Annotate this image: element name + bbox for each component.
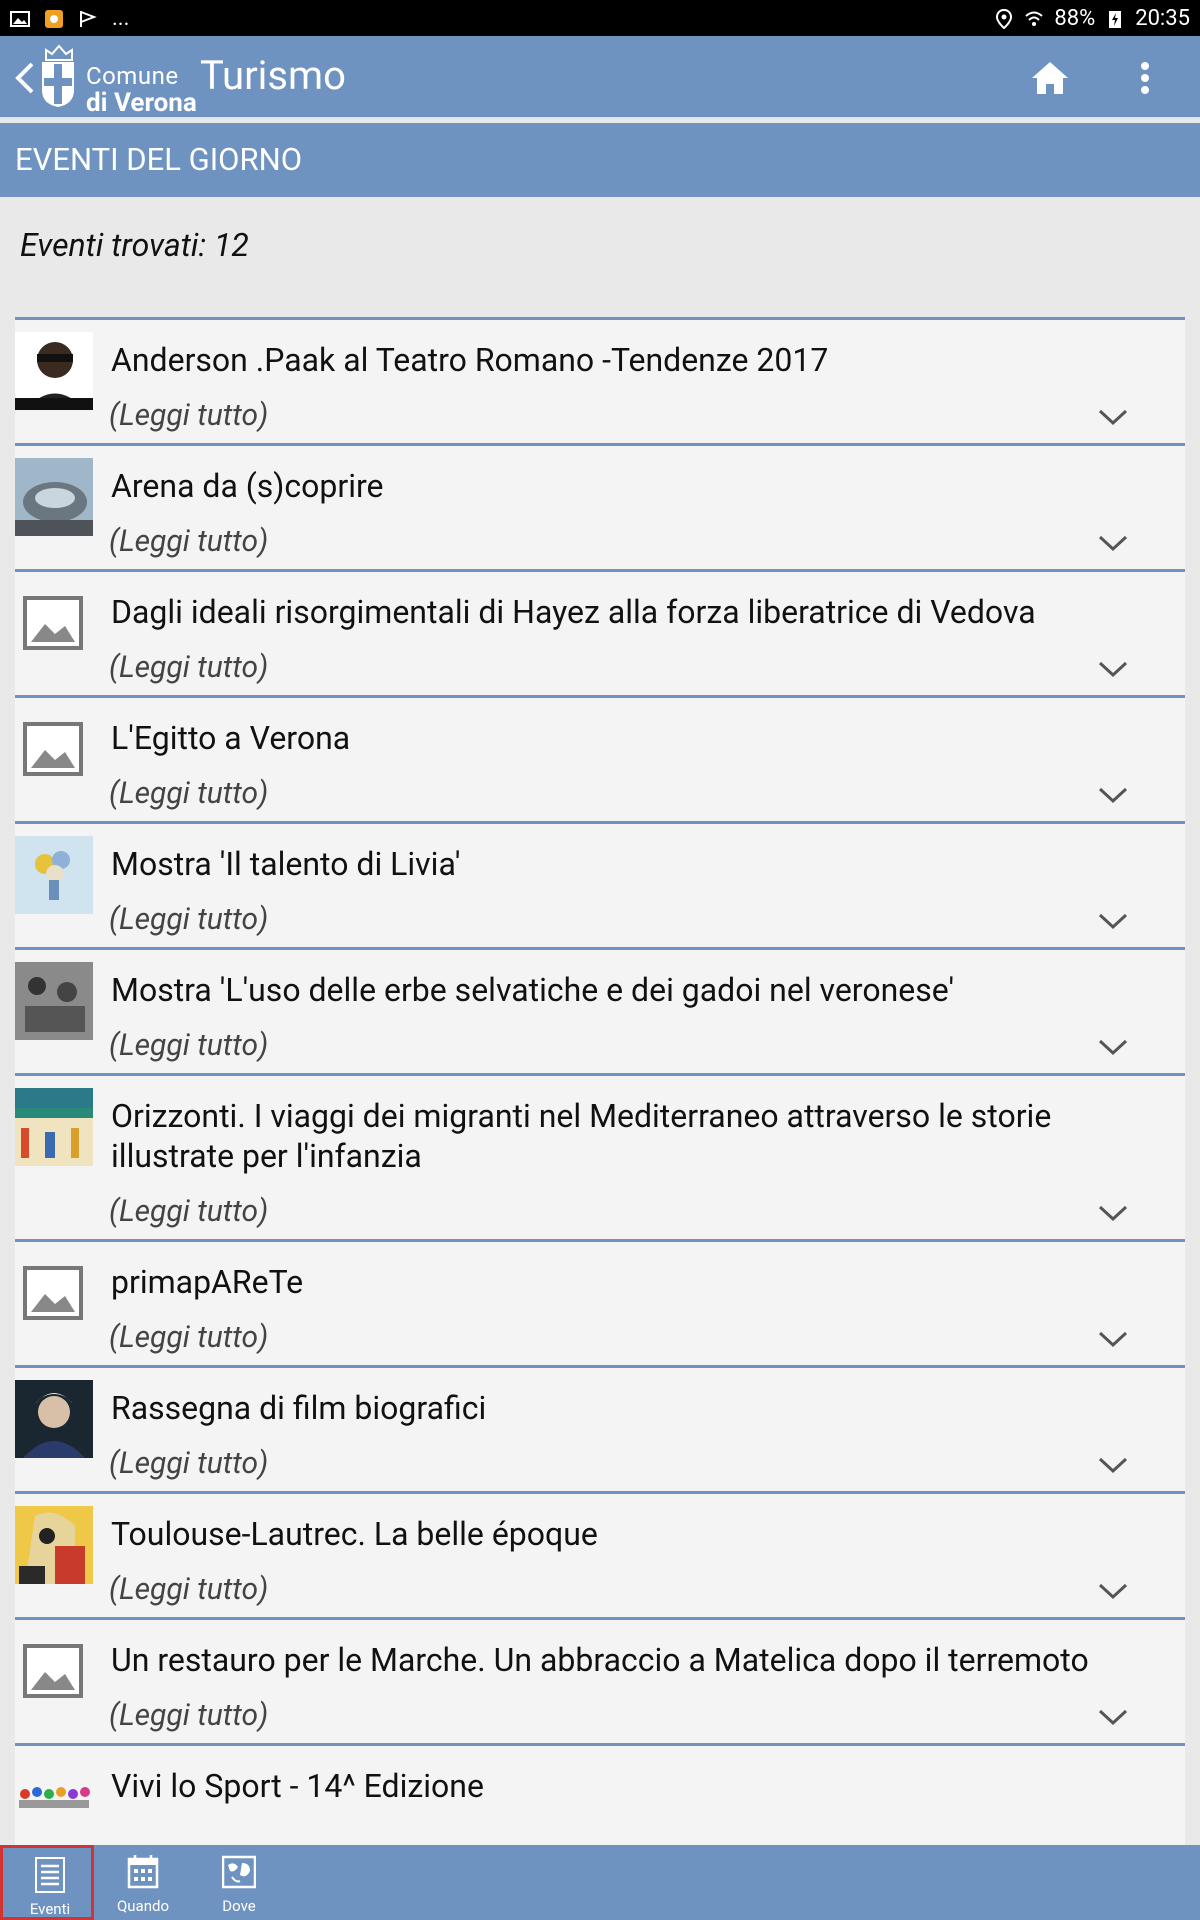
event-item[interactable]: Orizzonti. I viaggi dei migranti nel Med… (15, 1076, 1185, 1242)
image-placeholder-icon (23, 722, 83, 776)
chevron-down-icon[interactable] (1098, 911, 1128, 931)
bottom-navigation: Eventi Quando Dove (0, 1845, 1200, 1920)
event-item[interactable]: Rassegna di film biografici (Leggi tutto… (15, 1368, 1185, 1494)
chevron-down-icon[interactable] (1098, 1037, 1128, 1057)
chevron-down-icon[interactable] (1098, 533, 1128, 553)
app-bar: Comune di Verona Turismo (0, 36, 1200, 120)
event-title[interactable]: Anderson .Paak al Teatro Romano -Tendenz… (111, 340, 1131, 380)
wifi-icon (1025, 11, 1044, 26)
location-icon (996, 8, 1013, 29)
events-found-count: Eventi trovati: 12 (20, 226, 249, 264)
read-more-link[interactable]: (Leggi tutto) (109, 1320, 268, 1355)
read-more-link[interactable]: (Leggi tutto) (109, 776, 268, 811)
event-thumbnail (15, 1380, 93, 1458)
chevron-down-icon[interactable] (1098, 659, 1128, 679)
chevron-down-icon[interactable] (1098, 1581, 1128, 1601)
event-thumbnail (15, 962, 93, 1040)
read-more-link[interactable]: (Leggi tutto) (109, 1446, 268, 1481)
read-more-link[interactable]: (Leggi tutto) (109, 398, 268, 433)
clock: 20:35 (1135, 6, 1190, 31)
read-more-link[interactable]: (Leggi tutto) (109, 1194, 268, 1229)
read-more-link[interactable]: (Leggi tutto) (109, 1572, 268, 1607)
calendar-icon (127, 1855, 159, 1889)
event-title[interactable]: Un restauro per le Marche. Un abbraccio … (111, 1640, 1131, 1680)
event-item[interactable]: Vivi lo Sport - 14^ Edizione (15, 1746, 1185, 1848)
battery-percent: 88% (1054, 6, 1096, 31)
event-title[interactable]: Mostra 'L'uso delle erbe selvatiche e de… (111, 970, 1131, 1010)
event-item[interactable]: Un restauro per le Marche. Un abbraccio … (15, 1620, 1185, 1746)
section-title: EVENTI DEL GIORNO (0, 123, 1200, 197)
event-title[interactable]: Toulouse-Lautrec. La belle époque (111, 1514, 1131, 1554)
read-more-link[interactable]: (Leggi tutto) (109, 650, 268, 685)
event-title[interactable]: Dagli ideali risorgimentali di Hayez all… (111, 592, 1131, 632)
event-thumbnail (15, 1088, 93, 1166)
event-title[interactable]: Vivi lo Sport - 14^ Edizione (111, 1766, 1131, 1806)
image-placeholder-icon (23, 1266, 83, 1320)
chevron-down-icon[interactable] (1098, 785, 1128, 805)
chevron-down-icon[interactable] (1098, 1203, 1128, 1223)
logo-line-1: Comune (86, 62, 179, 90)
back-arrow-icon[interactable] (10, 58, 40, 98)
event-title[interactable]: primapAReTe (111, 1262, 1131, 1302)
tab-label: Quando (116, 1897, 170, 1915)
battery-charging-icon (1109, 10, 1122, 28)
event-thumbnail (15, 332, 93, 410)
event-item[interactable]: Dagli ideali risorgimentali di Hayez all… (15, 572, 1185, 698)
flag-notification-icon (80, 10, 97, 27)
tab-label: Eventi (29, 1900, 71, 1918)
tab-label: Dove (222, 1897, 256, 1915)
map-icon (222, 1855, 256, 1889)
event-item[interactable]: Toulouse-Lautrec. La belle époque (Leggi… (15, 1494, 1185, 1620)
event-title[interactable]: L'Egitto a Verona (111, 718, 1131, 758)
event-thumbnail (15, 1758, 93, 1836)
event-thumbnail (15, 458, 93, 536)
status-bar: ... 88% 20:35 (0, 0, 1200, 36)
system-icons: 88% 20:35 (994, 6, 1190, 31)
read-more-link[interactable]: (Leggi tutto) (109, 524, 268, 559)
read-more-link[interactable]: (Leggi tutto) (109, 1028, 268, 1063)
read-more-link[interactable]: (Leggi tutto) (109, 1698, 268, 1733)
overflow-menu-icon[interactable] (1130, 58, 1160, 98)
event-thumbnail (15, 836, 93, 914)
logo-line-2: di Verona (86, 88, 197, 118)
list-icon (35, 1857, 65, 1893)
event-thumbnail (15, 1506, 93, 1584)
image-placeholder-icon (23, 596, 83, 650)
event-title[interactable]: Mostra 'Il talento di Livia' (111, 844, 1131, 884)
event-title[interactable]: Arena da (s)coprire (111, 466, 1131, 506)
header-divider (0, 117, 1200, 120)
event-item[interactable]: L'Egitto a Verona (Leggi tutto) (15, 698, 1185, 824)
tab-eventi[interactable]: Eventi (0, 1845, 94, 1920)
home-icon[interactable] (1030, 58, 1070, 98)
event-title[interactable]: Rassegna di film biografici (111, 1388, 1131, 1428)
comune-di-verona-logo: Comune di Verona (40, 42, 200, 118)
chevron-down-icon[interactable] (1098, 1707, 1128, 1727)
chevron-down-icon[interactable] (1098, 1455, 1128, 1475)
event-list: Anderson .Paak al Teatro Romano -Tendenz… (15, 317, 1185, 1848)
event-item[interactable]: Arena da (s)coprire (Leggi tutto) (15, 446, 1185, 572)
read-more-link[interactable]: (Leggi tutto) (109, 902, 268, 937)
more-notifications: ... (112, 6, 130, 31)
event-item[interactable]: Anderson .Paak al Teatro Romano -Tendenz… (15, 320, 1185, 446)
gallery-notification-icon (10, 10, 30, 27)
chevron-down-icon[interactable] (1098, 407, 1128, 427)
notification-icons: ... (10, 6, 129, 31)
shield-cross-icon (42, 62, 74, 107)
event-item[interactable]: Mostra 'L'uso delle erbe selvatiche e de… (15, 950, 1185, 1076)
tab-quando[interactable]: Quando (96, 1845, 190, 1920)
event-title[interactable]: Orizzonti. I viaggi dei migranti nel Med… (111, 1096, 1131, 1176)
event-item[interactable]: primapAReTe (Leggi tutto) (15, 1242, 1185, 1368)
image-placeholder-icon (23, 1644, 83, 1698)
tab-dove[interactable]: Dove (192, 1845, 286, 1920)
app-notification-icon (45, 9, 63, 28)
app-title: Turismo (200, 52, 346, 99)
chevron-down-icon[interactable] (1098, 1329, 1128, 1349)
event-item[interactable]: Mostra 'Il talento di Livia' (Leggi tutt… (15, 824, 1185, 950)
